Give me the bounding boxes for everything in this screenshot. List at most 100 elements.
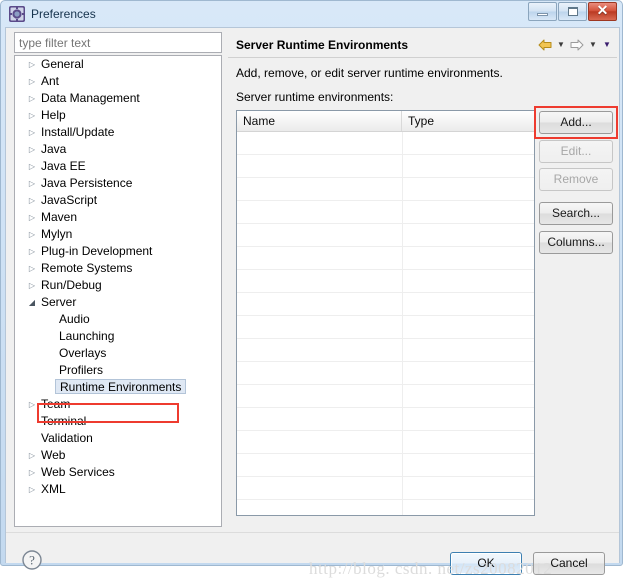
sidebar-item-xml[interactable]: ▷ XML xyxy=(15,481,221,498)
sidebar-item-javascript[interactable]: ▷ JavaScript xyxy=(15,192,221,209)
table-row[interactable] xyxy=(237,339,534,362)
window-title: Preferences xyxy=(31,7,96,21)
sidebar-item-remote-systems[interactable]: ▷ Remote Systems xyxy=(15,260,221,277)
table-row[interactable] xyxy=(237,178,534,201)
sidebar-item-label: Java xyxy=(41,142,67,156)
back-arrow-icon[interactable] xyxy=(537,36,553,54)
back-history-caret-icon[interactable]: ▼ xyxy=(555,36,567,54)
table-row[interactable] xyxy=(237,500,534,515)
table-row[interactable] xyxy=(237,362,534,385)
table-row[interactable] xyxy=(237,270,534,293)
ok-button[interactable]: OK xyxy=(450,552,522,575)
tree-collapsed-arrow-icon[interactable]: ▷ xyxy=(27,447,37,464)
maximize-button[interactable] xyxy=(558,2,587,21)
table-row[interactable] xyxy=(237,201,534,224)
minimize-button[interactable] xyxy=(528,2,557,21)
tree-collapsed-arrow-icon[interactable]: ▷ xyxy=(27,396,37,413)
sidebar-item-label: Profilers xyxy=(59,363,104,377)
column-header-type[interactable]: Type xyxy=(402,111,534,131)
tree-collapsed-arrow-icon[interactable]: ▷ xyxy=(27,277,37,294)
sidebar-item-label: Audio xyxy=(59,312,90,326)
sidebar-item-data-management[interactable]: ▷ Data Management xyxy=(15,90,221,107)
sidebar-item-label: Run/Debug xyxy=(41,278,102,292)
tree-collapsed-arrow-icon[interactable]: ▷ xyxy=(27,124,37,141)
tree-collapsed-arrow-icon[interactable]: ▷ xyxy=(27,481,37,498)
edit-button: Edit... xyxy=(539,140,613,163)
sidebar-item-general[interactable]: ▷ General xyxy=(15,56,221,73)
tree-collapsed-arrow-icon[interactable]: ▷ xyxy=(27,226,37,243)
page-menu-caret-icon[interactable]: ▼ xyxy=(601,36,613,54)
tree-collapsed-arrow-icon[interactable]: ▷ xyxy=(27,260,37,277)
table-header-row: Name Type xyxy=(237,111,534,132)
add-button[interactable]: Add... xyxy=(539,111,613,134)
sidebar-item-maven[interactable]: ▷ Maven xyxy=(15,209,221,226)
table-row[interactable] xyxy=(237,477,534,500)
sidebar-item-label: Java EE xyxy=(41,159,86,173)
panel-separator xyxy=(228,57,617,58)
sidebar-item-help[interactable]: ▷ Help xyxy=(15,107,221,124)
tree-collapsed-arrow-icon[interactable]: ▷ xyxy=(27,73,37,90)
table-row[interactable] xyxy=(237,155,534,178)
tree-collapsed-arrow-icon[interactable]: ▷ xyxy=(27,90,37,107)
runtime-environments-table[interactable]: Name Type xyxy=(236,110,535,516)
sidebar-item-label: Web xyxy=(41,448,66,462)
column-header-name[interactable]: Name xyxy=(237,111,402,131)
sidebar-item-plug-in-development[interactable]: ▷ Plug-in Development xyxy=(15,243,221,260)
table-caption-label: Server runtime environments: xyxy=(236,90,394,104)
sidebar-item-java-ee[interactable]: ▷ Java EE xyxy=(15,158,221,175)
table-row[interactable] xyxy=(237,316,534,339)
forward-history-caret-icon[interactable]: ▼ xyxy=(587,36,599,54)
sidebar-item-label: Launching xyxy=(59,329,115,343)
sidebar-item-label: Validation xyxy=(41,431,93,445)
sidebar-item-label: Plug-in Development xyxy=(41,244,153,258)
preference-tree[interactable]: ▷ General ▷ Ant ▷ Data Management ▷ Help ▷ Instal… xyxy=(14,55,222,527)
table-row[interactable] xyxy=(237,132,534,155)
sidebar-item-server[interactable]: ◢ Server xyxy=(15,294,221,311)
cancel-button[interactable]: Cancel xyxy=(533,552,605,575)
preferences-dialog-window: Preferences ✕ ▷ General ▷ Ant ▷ Data Manageme… xyxy=(0,0,623,578)
sidebar-item-web[interactable]: ▷ Web xyxy=(15,447,221,464)
tree-collapsed-arrow-icon[interactable]: ▷ xyxy=(27,209,37,226)
tree-collapsed-arrow-icon[interactable]: ▷ xyxy=(27,192,37,209)
forward-arrow-icon[interactable] xyxy=(569,36,585,54)
filter-input[interactable] xyxy=(14,32,222,53)
tree-collapsed-arrow-icon[interactable]: ▷ xyxy=(27,243,37,260)
table-row[interactable] xyxy=(237,293,534,316)
sidebar-item-launching[interactable]: Launching xyxy=(15,328,221,345)
table-row[interactable] xyxy=(237,408,534,431)
sidebar-item-ant[interactable]: ▷ Ant xyxy=(15,73,221,90)
sidebar-item-label: Runtime Environments xyxy=(55,379,187,394)
page-description: Add, remove, or edit server runtime envi… xyxy=(236,66,503,80)
tree-collapsed-arrow-icon[interactable]: ▷ xyxy=(27,175,37,192)
sidebar-item-java-persistence[interactable]: ▷ Java Persistence xyxy=(15,175,221,192)
sidebar-item-label: Help xyxy=(41,108,66,122)
close-button[interactable]: ✕ xyxy=(588,2,617,21)
sidebar-item-terminal[interactable]: Terminal xyxy=(15,413,221,430)
sidebar-item-runtime-environments[interactable]: Runtime Environments xyxy=(15,379,221,396)
tree-collapsed-arrow-icon[interactable]: ▷ xyxy=(27,141,37,158)
help-question-icon[interactable]: ? xyxy=(21,549,43,571)
sidebar-item-java[interactable]: ▷ Java xyxy=(15,141,221,158)
sidebar-item-install-update[interactable]: ▷ Install/Update xyxy=(15,124,221,141)
table-row[interactable] xyxy=(237,454,534,477)
tree-collapsed-arrow-icon[interactable]: ▷ xyxy=(27,107,37,124)
tree-collapsed-arrow-icon[interactable]: ▷ xyxy=(27,464,37,481)
sidebar-item-mylyn[interactable]: ▷ Mylyn xyxy=(15,226,221,243)
sidebar-item-overlays[interactable]: Overlays xyxy=(15,345,221,362)
sidebar-item-validation[interactable]: Validation xyxy=(15,430,221,447)
sidebar-item-web-services[interactable]: ▷ Web Services xyxy=(15,464,221,481)
search-button[interactable]: Search... xyxy=(539,202,613,225)
table-row[interactable] xyxy=(237,431,534,454)
sidebar-item-profilers[interactable]: Profilers xyxy=(15,362,221,379)
table-row[interactable] xyxy=(237,247,534,270)
sidebar-item-team[interactable]: ▷ Team xyxy=(15,396,221,413)
tree-expanded-arrow-icon[interactable]: ◢ xyxy=(27,294,37,311)
tree-collapsed-arrow-icon[interactable]: ▷ xyxy=(27,158,37,175)
tree-collapsed-arrow-icon[interactable]: ▷ xyxy=(27,56,37,73)
columns-button[interactable]: Columns... xyxy=(539,231,613,254)
sidebar-item-run-debug[interactable]: ▷ Run/Debug xyxy=(15,277,221,294)
table-row[interactable] xyxy=(237,224,534,247)
sidebar-item-audio[interactable]: Audio xyxy=(15,311,221,328)
server-runtime-environments-panel: Server Runtime Environments ▼ ▼ ▼ Add, r xyxy=(228,30,618,527)
table-row[interactable] xyxy=(237,385,534,408)
